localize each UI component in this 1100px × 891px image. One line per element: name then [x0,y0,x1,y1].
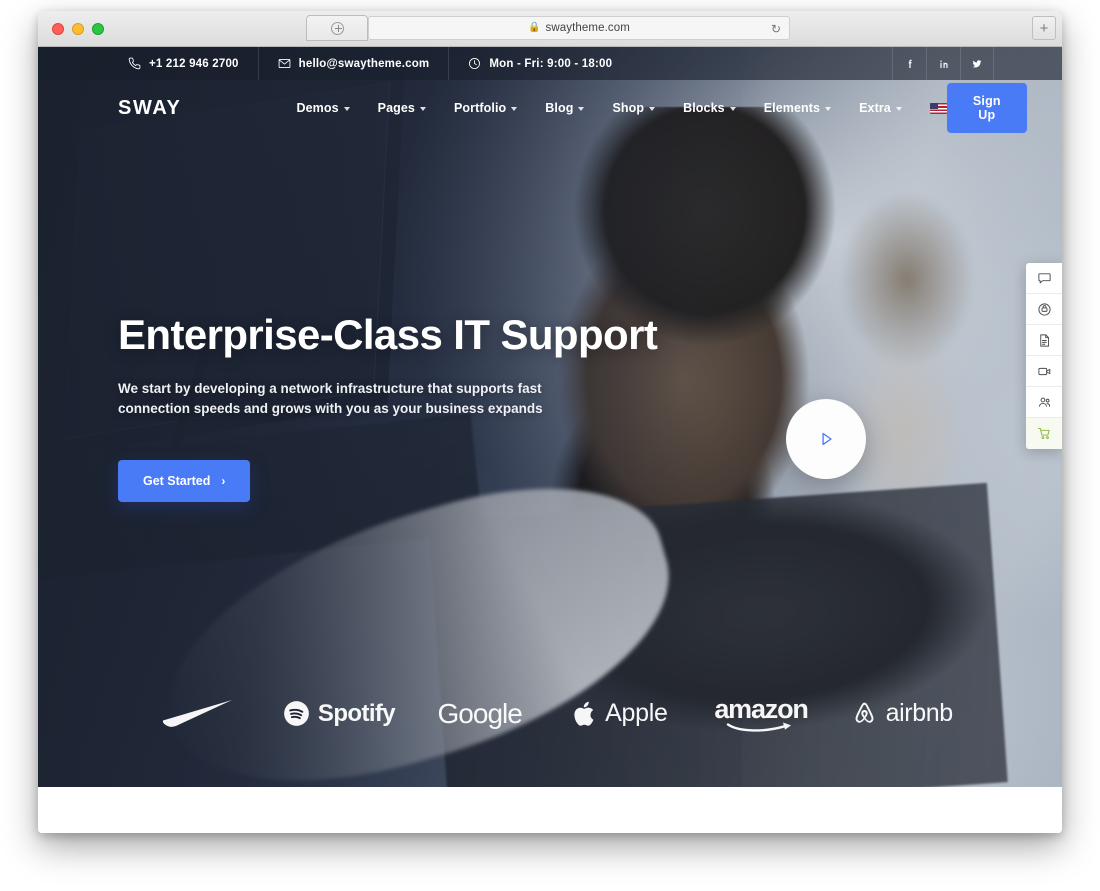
nav-item-elements[interactable]: Elements [750,101,845,115]
contact-email-label: hello@swaytheme.com [298,57,430,70]
linkedin-icon[interactable] [926,47,960,80]
brand-logo-apple-label: Apple [605,699,668,727]
circle-plus-icon [330,21,344,35]
minimize-window-button[interactable] [72,22,84,35]
new-tab-button[interactable]: + [1032,16,1056,40]
document-icon [1039,333,1049,347]
top-contact-bar: +1 212 946 2700 hello@swaytheme.com Mon … [38,47,1062,80]
spotify-icon [284,701,309,726]
social-links-group [892,47,994,80]
contact-phone[interactable]: +1 212 946 2700 [128,47,258,80]
hero-content: Enterprise-Class IT Support We start by … [38,136,1062,503]
client-logos-row: Spotify Google Apple amazon airbnb [38,694,1062,733]
chat-bubble-icon [1037,272,1051,283]
side-toolbar-users[interactable] [1026,387,1062,418]
airbnb-icon [855,702,874,723]
nav-menu: Demos Pages Portfolio Blog Shop Blocks E… [282,101,947,115]
nav-item-shop[interactable]: Shop [598,101,669,115]
site-logo[interactable]: SWAY [118,97,181,120]
zoom-window-button[interactable] [92,22,104,35]
side-toolbar-video[interactable] [1026,356,1062,387]
chevron-down-icon [825,107,832,111]
brand-logo-amazon[interactable]: amazon [691,694,832,733]
hero-subtitle: We start by developing a network infrast… [118,381,543,416]
traffic-light-buttons [38,22,104,35]
nav-item-blocks[interactable]: Blocks [669,101,750,115]
browser-tab[interactable] [306,15,368,41]
brand-logo-airbnb-label: airbnb [885,699,954,727]
contact-phone-label: +1 212 946 2700 [149,57,239,70]
facebook-icon[interactable] [892,47,926,80]
browser-window: 🔒 swaytheme.com ↻ + +1 212 946 2700 hell… [38,11,1062,833]
page-viewport: +1 212 946 2700 hello@swaytheme.com Mon … [38,47,1062,833]
chevron-down-icon [895,107,902,111]
chevron-down-icon [343,107,350,111]
amazon-smile-icon [726,722,791,732]
contact-hours: Mon - Fri: 9:00 - 18:00 [448,47,631,80]
chevron-down-icon [420,107,426,111]
play-icon [822,432,832,446]
contact-email[interactable]: hello@swaytheme.com [257,47,449,80]
nav-item-portfolio[interactable]: Portfolio [440,101,531,115]
get-started-label: Get Started [143,474,211,489]
close-window-button[interactable] [52,22,64,35]
brand-logo-airbnb[interactable]: airbnb [831,699,972,728]
reload-icon[interactable]: ↻ [771,22,781,36]
get-started-button[interactable]: Get Started › [118,460,251,503]
twitter-icon[interactable] [960,47,994,80]
side-toolbar-cart[interactable] [1026,418,1062,449]
us-flag-icon[interactable] [929,102,947,114]
nav-item-pages-label: Pages [377,101,415,115]
brand-logo-google[interactable]: Google [409,698,550,730]
floating-side-toolbar [1026,263,1062,449]
sign-up-button[interactable]: Sign Up [946,83,1027,133]
nav-item-pages[interactable]: Pages [364,101,440,115]
browser-chrome-bar: 🔒 swaytheme.com ↻ + [38,11,1062,47]
nav-item-portfolio-label: Portfolio [454,101,507,115]
chevron-down-icon [649,107,656,111]
nav-item-extra[interactable]: Extra [845,101,916,115]
nav-item-elements-label: Elements [763,101,821,115]
users-icon [1038,397,1050,407]
nav-item-extra-label: Extra [859,101,891,115]
chevron-right-icon: › [221,474,226,489]
brand-logo-spotify[interactable]: Spotify [269,700,410,728]
chevron-down-icon [578,107,585,111]
brand-logo-google-label: Google [437,697,523,729]
page-title: Enterprise-Class IT Support [118,311,658,358]
video-play-button[interactable] [786,399,866,479]
side-toolbar-support[interactable] [1026,294,1062,325]
nav-item-demos[interactable]: Demos [282,101,363,115]
nav-item-blocks-label: Blocks [683,101,725,115]
phone-icon [128,57,141,70]
support-headset-icon [1037,302,1051,316]
apple-icon [574,701,594,726]
tab-strip [306,15,368,41]
hero-section: +1 212 946 2700 hello@swaytheme.com Mon … [38,47,1062,787]
nav-item-blog[interactable]: Blog [531,101,598,115]
lock-icon: 🔒 [528,22,541,33]
shopping-cart-icon [1037,428,1050,439]
nav-item-demos-label: Demos [296,101,339,115]
side-toolbar-document[interactable] [1026,325,1062,356]
chevron-down-icon [511,107,518,111]
side-toolbar-chat[interactable] [1026,263,1062,294]
main-navigation: SWAY Demos Pages Portfolio Blog Shop Blo… [38,80,1062,136]
url-text: swaytheme.com [545,22,630,34]
envelope-icon [278,57,291,70]
address-bar[interactable]: 🔒 swaytheme.com ↻ [368,16,790,40]
brand-logo-apple[interactable]: Apple [550,699,691,728]
video-camera-icon [1037,367,1050,375]
contact-info-group: +1 212 946 2700 hello@swaytheme.com Mon … [128,47,631,80]
clock-icon [468,57,481,70]
contact-hours-label: Mon - Fri: 9:00 - 18:00 [489,57,613,70]
nav-item-shop-label: Shop [612,101,645,115]
chevron-down-icon [729,107,736,111]
page-next-section [38,787,1062,833]
brand-logo-spotify-label: Spotify [317,699,396,727]
nav-item-blog-label: Blog [545,101,574,115]
nike-swoosh-icon [163,700,233,727]
brand-logo-nike[interactable] [128,700,269,727]
